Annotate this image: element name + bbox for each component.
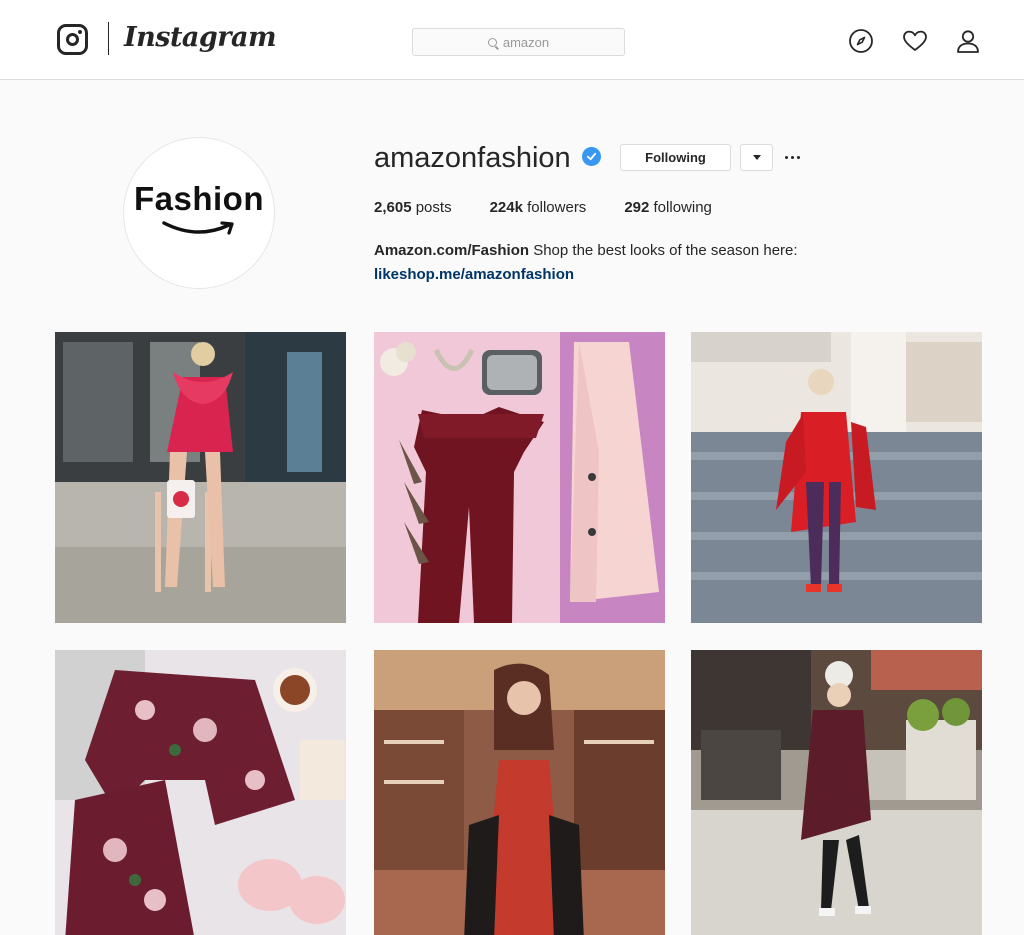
stat-following[interactable]: 292 following (624, 199, 712, 216)
compass-icon[interactable] (848, 28, 874, 54)
following-button[interactable]: Following (620, 144, 731, 171)
profile-stats: 2,605 posts 224k followers 292 following (374, 199, 750, 216)
suggestions-dropdown-button[interactable] (740, 144, 773, 171)
search-icon (487, 37, 497, 47)
following-label: following (653, 199, 712, 216)
more-options-button[interactable] (781, 150, 803, 164)
post-image-flatlay-jumpsuit-coat (374, 332, 665, 623)
post-thumbnail[interactable] (374, 650, 665, 935)
stat-posts: 2,605 posts (374, 199, 452, 216)
posts-label: posts (415, 199, 452, 216)
logo-divider (108, 22, 109, 55)
followers-count: 224k (489, 199, 523, 216)
post-thumbnail[interactable] (55, 650, 346, 935)
caret-down-icon (752, 155, 761, 160)
profile-username: amazonfashion (374, 142, 571, 174)
bio-link[interactable]: likeshop.me/amazonfashion (374, 263, 894, 287)
followers-label: followers (527, 199, 587, 216)
avatar-logo-text: Fashion (133, 180, 264, 217)
post-image-street-pink-dress (55, 332, 346, 623)
amazon-smile-icon (162, 221, 234, 235)
search-value: amazon (502, 34, 550, 50)
person-icon[interactable] (955, 28, 981, 54)
post-thumbnail[interactable] (374, 332, 665, 623)
post-thumbnail[interactable] (691, 332, 982, 623)
post-thumbnail[interactable] (691, 650, 982, 935)
bio-name: Amazon.com/Fashion (374, 242, 530, 259)
post-thumbnail[interactable] (55, 332, 346, 623)
post-image-burgundy-coat-sidewalk (691, 650, 982, 935)
post-image-floral-pajamas (55, 650, 346, 935)
profile-bio: Amazon.com/Fashion Shop the best looks o… (374, 239, 894, 287)
verified-badge-icon (582, 147, 601, 166)
search-input[interactable]: amazon (412, 28, 625, 56)
post-image-red-slip-dress-bar (374, 650, 665, 935)
heart-icon[interactable] (902, 28, 928, 54)
post-image-red-coat-stairs (691, 332, 982, 623)
following-count: 292 (624, 199, 650, 216)
instagram-wordmark[interactable]: Instagram (124, 22, 277, 53)
bio-text: Shop the best looks of the season here: (533, 242, 798, 259)
profile-avatar[interactable]: Fashion (123, 137, 275, 289)
top-navigation: Instagram amazon (0, 0, 1024, 80)
stat-followers[interactable]: 224k followers (490, 199, 587, 216)
posts-count: 2,605 (374, 199, 412, 216)
instagram-camera-icon[interactable] (57, 24, 88, 55)
